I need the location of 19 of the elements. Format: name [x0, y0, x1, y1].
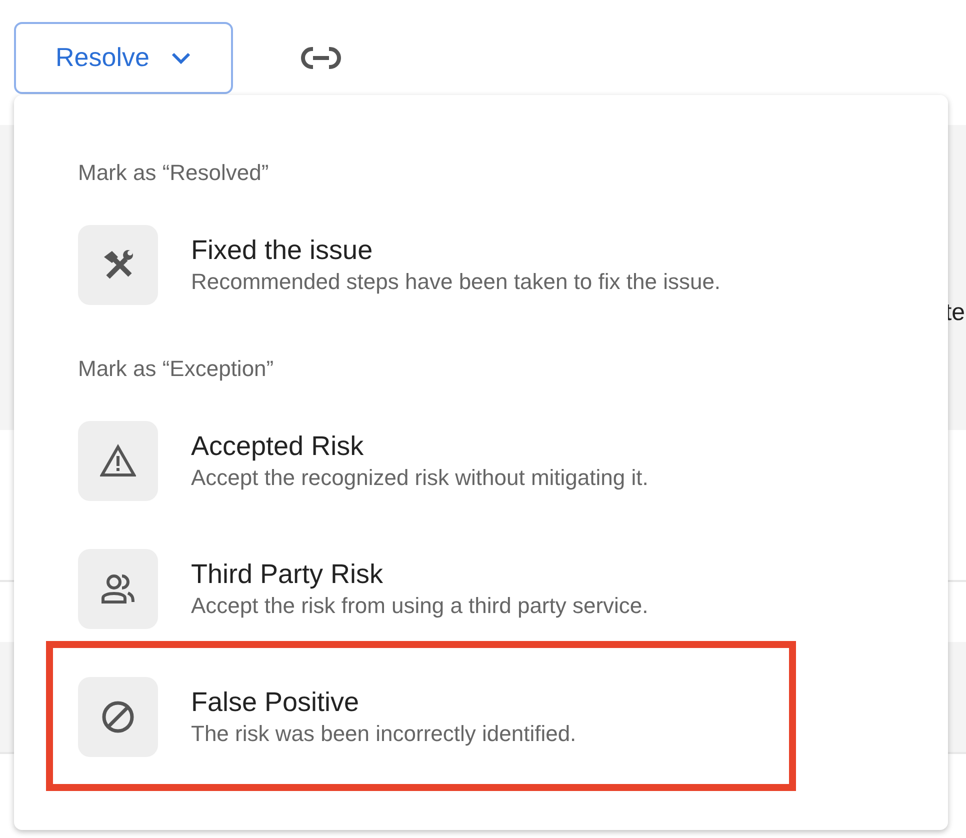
chevron-down-icon: [171, 52, 192, 64]
item-title: Third Party Risk: [191, 558, 384, 591]
menu-item[interactable]: Third Party Risk Accept the risk from using a third party service.: [78, 549, 948, 629]
ban-icon: [100, 699, 136, 735]
menu-item[interactable]: Accepted Risk Accept the recognized risk without mitigating it.: [78, 421, 948, 501]
warning-icon: [100, 443, 136, 479]
section-heading: Mark as “Resolved”: [78, 159, 270, 187]
item-description: The risk was been incorrectly identified.: [191, 720, 576, 748]
item-description: Recommended steps have been taken to fix the issue.: [191, 268, 721, 296]
item-title: Accepted Risk: [191, 430, 365, 463]
item-title: False Positive: [191, 686, 360, 719]
item-description: Accept the recognized risk without mitigating it.: [191, 464, 648, 492]
highlighted-menu-item[interactable]: False Positive The risk was been incorrectly identified.: [46, 641, 796, 791]
section-heading: Mark as “Exception”: [78, 355, 275, 383]
item-title: Fixed the issue: [191, 234, 374, 267]
resolve-button[interactable]: Resolve: [14, 22, 233, 94]
menu-item[interactable]: Fixed the issue Recommended steps have been taken to fix the issue.: [78, 225, 948, 305]
item-description: Accept the risk from using a third party service.: [191, 592, 648, 620]
link-icon[interactable]: [301, 46, 341, 68]
